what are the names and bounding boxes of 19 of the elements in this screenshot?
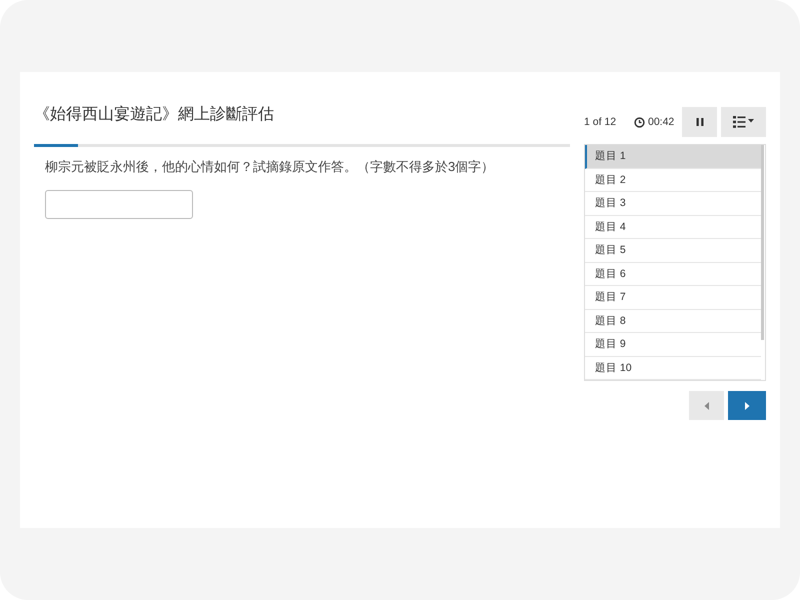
question-item[interactable]: 題目 4 (585, 216, 761, 239)
question-item[interactable]: 題目 1 (585, 145, 761, 168)
right-triangle-icon (743, 400, 751, 410)
question-counter: 1 of 12 (584, 116, 618, 128)
question-item[interactable]: 題目 6 (585, 262, 761, 286)
pause-button[interactable] (682, 107, 717, 137)
question-text: 柳宗元被貶永州後，他的心情如何？試摘錄原文作答。（字數不得多於3個字） (45, 158, 496, 176)
timer: 00:42 (634, 116, 682, 128)
question-item[interactable]: 題目 10 (585, 356, 761, 380)
list-menu-button[interactable] (721, 107, 766, 137)
left-triangle-icon (702, 400, 710, 410)
clock-icon (634, 116, 645, 128)
answer-field[interactable] (45, 190, 193, 219)
pause-icon (694, 117, 704, 127)
question-item[interactable]: 題目 2 (585, 168, 761, 192)
list-icon (732, 116, 754, 128)
next-button[interactable] (728, 391, 766, 420)
question-item[interactable]: 題目 8 (585, 310, 761, 333)
page-title: 《始得西山宴遊記》網上診斷評估 (34, 104, 275, 125)
